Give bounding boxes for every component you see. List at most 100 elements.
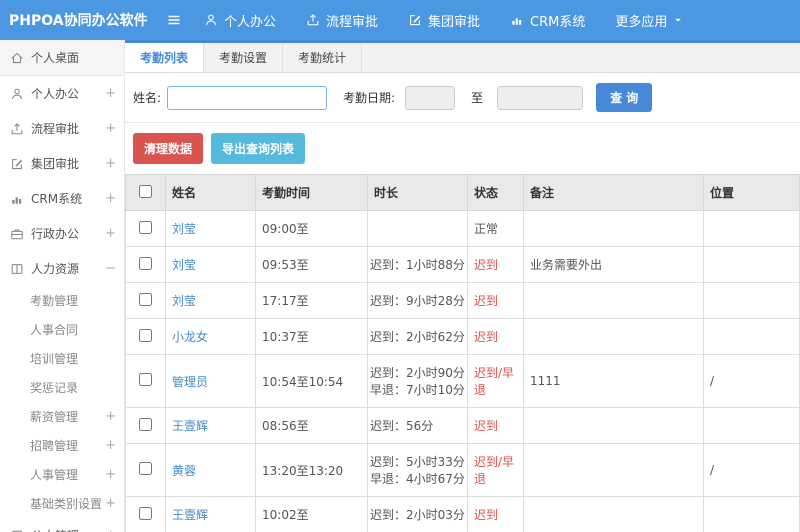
name-link[interactable]: 王壹辉 [172,508,208,522]
remark-cell [523,407,704,444]
export-list-button[interactable]: 导出查询列表 [211,133,306,164]
sidebar-item[interactable]: 个人桌面 [0,40,124,76]
expand-toggle[interactable]: − [105,262,116,275]
sidebar-item-label: 流程审批 [31,122,80,136]
clean-data-button[interactable]: 清理数据 [133,133,204,164]
chart-icon [510,13,524,27]
sidebar-item[interactable]: 个人办公 + [0,76,124,111]
row-checkbox[interactable] [139,220,152,234]
table-row: 王壹辉 10:02至 迟到：2小时03分 迟到 [125,496,800,532]
expand-toggle[interactable]: + [105,410,116,423]
tab-item[interactable]: 考勤设置 [204,43,284,72]
column-header: 备注 [523,174,704,211]
table-body: 刘莹 09:00至 正常 刘莹 09:53至 迟到：1小时88分 迟到 业务需要外出 刘莹 17:… [125,210,800,532]
expand-toggle[interactable]: + [105,87,116,100]
name-input[interactable] [167,85,328,110]
expand-toggle[interactable]: + [105,468,116,481]
expand-toggle[interactable]: + [105,192,116,205]
remark-cell [523,318,704,355]
checkbox-cell [125,407,166,444]
row-checkbox[interactable] [139,373,152,386]
column-header: 状态 [467,174,524,211]
name-link[interactable]: 小龙女 [172,330,208,344]
expand-toggle[interactable]: + [105,122,116,135]
status-badge: 迟到 [474,419,499,433]
sidebar-subitem[interactable]: 奖惩记录 [0,373,124,402]
time-cell: 09:00至 [255,210,368,247]
name-link[interactable]: 王壹辉 [172,419,208,433]
book-icon [10,262,24,276]
time-cell: 09:53至 [255,246,368,283]
name-cell: 管理员 [165,354,256,408]
sidebar-item[interactable]: 行政办公 + [0,216,124,251]
sidebar-subitem[interactable]: 人事合同 [0,315,124,344]
location-cell [703,407,800,444]
sidebar-subitem[interactable]: 人事管理 + [0,460,124,489]
date-to-input[interactable] [497,85,584,110]
duration-line: 迟到：2小时62分 [370,330,465,344]
sidebar-subitem-label: 人事合同 [30,323,79,337]
topnav-item[interactable]: 流程审批 [306,11,378,30]
sidebar-subitem[interactable]: 招聘管理 + [0,431,124,460]
date-from-input[interactable] [405,85,456,110]
row-checkbox[interactable] [139,506,152,520]
name-link[interactable]: 刘莹 [172,294,196,308]
main-content: 考勤列表 考勤设置 考勤统计 姓名: 考勤日期: 至 查 询 清理数据 导出查询列表… [125,40,800,532]
row-checkbox[interactable] [139,256,152,270]
chart-icon [10,192,24,206]
sidebar-subitem[interactable]: 培训管理 [0,344,124,373]
tab-active[interactable]: 考勤列表 [125,43,205,72]
table-row: 刘莹 09:53至 迟到：1小时88分 迟到 业务需要外出 [125,246,800,283]
document-icon [10,529,24,532]
row-checkbox[interactable] [139,328,152,342]
topnav-item[interactable]: 集团审批 [408,11,480,30]
duration-cell: 迟到：2小时90分 早退：7小时10分 [367,354,468,408]
name-link[interactable]: 黄蓉 [172,464,196,478]
name-cell: 王壹辉 [165,496,256,532]
duration-cell: 迟到：9小时28分 [367,282,468,319]
topnav-item[interactable]: 更多应用 [615,11,683,30]
expand-toggle[interactable]: + [105,157,116,170]
expand-toggle[interactable]: + [105,227,116,240]
sidebar-item[interactable]: 流程审批 + [0,111,124,146]
topnav-item[interactable]: CRM系统 [510,11,585,30]
name-link[interactable]: 刘莹 [172,222,196,236]
row-checkbox[interactable] [139,462,152,475]
status-cell: 迟到 [467,282,524,319]
location-cell: / [703,443,800,497]
status-cell: 迟到 [467,407,524,444]
expand-toggle[interactable]: + [105,439,116,452]
action-buttons: 清理数据 导出查询列表 [125,123,800,174]
tab-item[interactable]: 考勤统计 [283,43,363,72]
duration-cell: 迟到：2小时62分 [367,318,468,355]
row-checkbox[interactable] [139,292,152,306]
row-checkbox[interactable] [139,417,152,431]
edit-icon [10,157,24,171]
sidebar-item[interactable]: 人力资源 − [0,251,124,286]
remark-cell: 1111 [523,354,704,408]
remark-cell: 业务需要外出 [523,246,704,283]
duration-line: 早退：7小时10分 [370,383,465,397]
time-cell: 08:56至 [255,407,368,444]
duration-line: 迟到：56分 [370,419,434,433]
column-header: 位置 [703,174,800,211]
name-cell: 小龙女 [165,318,256,355]
select-all-checkbox[interactable] [139,184,152,198]
checkbox-cell [125,318,166,355]
sidebar-item[interactable]: 集团审批 + [0,146,124,181]
name-link[interactable]: 管理员 [172,375,208,389]
sidebar-subitem[interactable]: 考勤管理 [0,286,124,315]
sidebar-item[interactable]: 公文管理+ [0,518,124,532]
name-link[interactable]: 刘莹 [172,258,196,272]
sidebar-subitem-label: 考勤管理 [30,294,79,308]
topnav-item[interactable]: 个人办公 [204,11,276,30]
sidebar-subitem[interactable]: 薪资管理 + [0,402,124,431]
sidebar-item[interactable]: CRM系统 + [0,181,124,216]
remark-cell [523,443,704,497]
share-icon [10,122,24,136]
expand-toggle[interactable]: + [105,497,116,510]
sidebar-subitem[interactable]: 基础类别设置 + [0,489,124,518]
sidebar-subitem-label: 薪资管理 [30,410,79,424]
search-button[interactable]: 查 询 [596,83,653,112]
menu-icon[interactable] [166,12,182,28]
